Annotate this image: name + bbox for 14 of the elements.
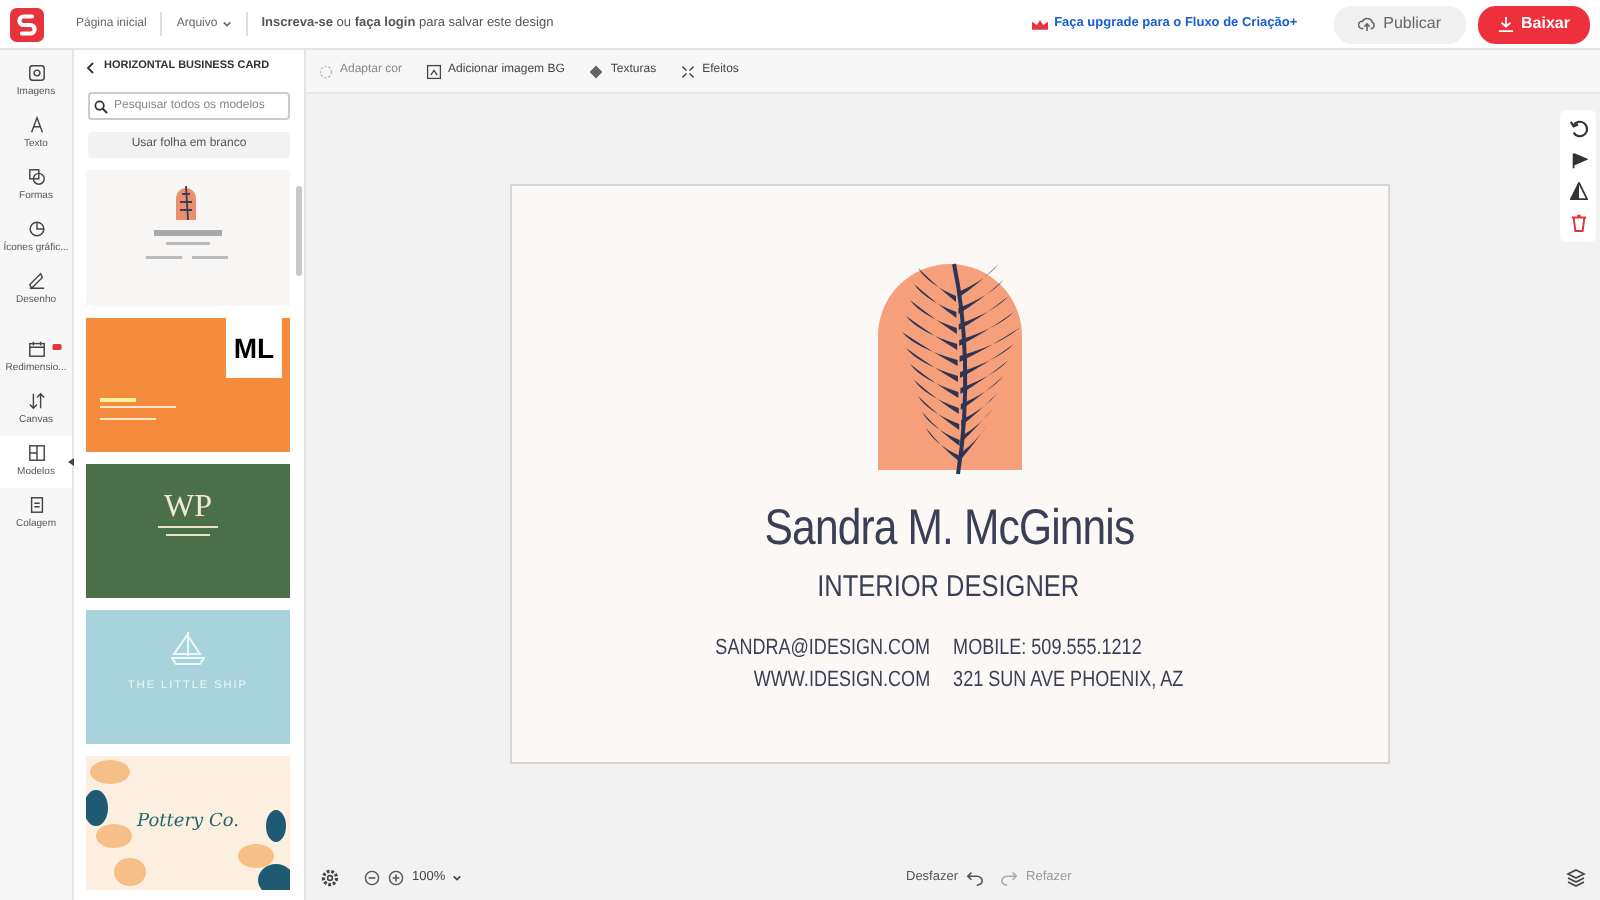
template-thumbnail[interactable]: WP (86, 464, 290, 598)
download-button[interactable]: Baixar (1477, 5, 1590, 43)
card-job-title: INTERIOR DESIGNER (817, 572, 1081, 602)
card-website: WWW.IDESIGN.COM (751, 670, 930, 692)
template-thumbnail[interactable]: Pottery Co. (86, 756, 290, 890)
template-title: Pottery Co. (137, 809, 239, 836)
card-email: SANDRA@IDESIGN.COM (715, 638, 930, 660)
card-address: 321 SUN AVE PHOENIX, AZ (952, 670, 1183, 692)
card-phone: MOBILE: 509.555.1212 (952, 638, 1144, 660)
template-monogram: WP (164, 492, 212, 524)
card-name: Sandra M. McGinnis (764, 504, 1134, 554)
publish-button[interactable]: Publicar (1333, 5, 1466, 43)
template-monogram: ML (226, 318, 282, 378)
template-thumbnail[interactable]: ML (86, 318, 290, 452)
